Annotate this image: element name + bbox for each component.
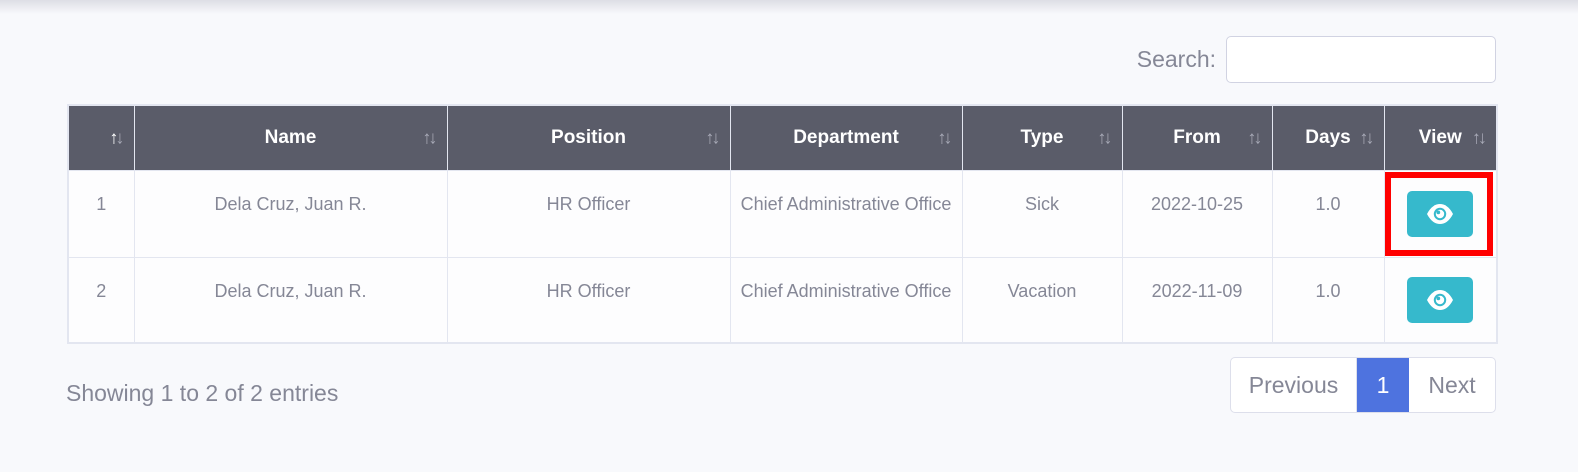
column-header-days[interactable]: Days ↑↓ [1271,104,1385,171]
sort-icon: ↑↓ [1359,127,1375,148]
search-bar: Search: [1137,36,1496,83]
view-button[interactable] [1407,190,1474,237]
cell-view [1383,256,1498,344]
sort-icon: ↑↓ [422,127,438,148]
cell-number: 2 [67,256,135,344]
cell-name: Dela Cruz, Juan R. [133,256,448,344]
view-button[interactable] [1407,276,1474,323]
leave-table: ↑↓ Name ↑↓ Position ↑↓ Department ↑↓ Type ↑↓… [67,104,1498,344]
page-1-button[interactable]: 1 [1357,358,1409,412]
cell-department: Chief Administrative Office [729,256,963,344]
eye-icon [1427,203,1454,224]
cell-type: Sick [961,169,1123,258]
column-header-from[interactable]: From ↑↓ [1121,104,1273,171]
table-header-row: ↑↓ Name ↑↓ Position ↑↓ Department ↑↓ Type ↑↓… [67,104,1498,171]
cell-from: 2022-10-25 [1121,169,1273,258]
column-header-position[interactable]: Position ↑↓ [446,104,731,171]
column-header-view[interactable]: View ↑↓ [1383,104,1498,171]
top-shadow [0,0,1578,14]
table-row: 2 Dela Cruz, Juan R. HR Officer Chief Ad… [67,256,1498,344]
cell-type: Vacation [961,256,1123,344]
next-page-button[interactable]: Next [1409,358,1495,412]
search-input[interactable] [1226,36,1496,83]
sort-icon: ↑↓ [937,127,953,148]
column-header-name[interactable]: Name ↑↓ [133,104,448,171]
cell-position: HR Officer [446,256,731,344]
column-header-department[interactable]: Department ↑↓ [729,104,963,171]
cell-position: HR Officer [446,169,731,258]
eye-icon [1427,289,1454,310]
cell-days: 1.0 [1271,256,1385,344]
column-header-number[interactable]: ↑↓ [67,104,135,171]
cell-department: Chief Administrative Office [729,169,963,258]
sort-icon: ↑↓ [109,127,125,148]
cell-view [1383,169,1498,258]
sort-icon: ↑↓ [1247,127,1263,148]
sort-icon: ↑↓ [1472,127,1487,148]
cell-number: 1 [67,169,135,258]
cell-name: Dela Cruz, Juan R. [133,169,448,258]
previous-page-button[interactable]: Previous [1231,358,1357,412]
cell-days: 1.0 [1271,169,1385,258]
pagination: Previous 1 Next [1230,357,1496,413]
search-label: Search: [1136,46,1216,72]
table-row: 1 Dela Cruz, Juan R. HR Officer Chief Ad… [67,169,1498,258]
column-header-type[interactable]: Type ↑↓ [961,104,1123,171]
sort-icon: ↑↓ [1097,127,1113,148]
sort-icon: ↑↓ [705,127,721,148]
cell-from: 2022-11-09 [1121,256,1273,344]
table-info: Showing 1 to 2 of 2 entries [66,380,339,406]
